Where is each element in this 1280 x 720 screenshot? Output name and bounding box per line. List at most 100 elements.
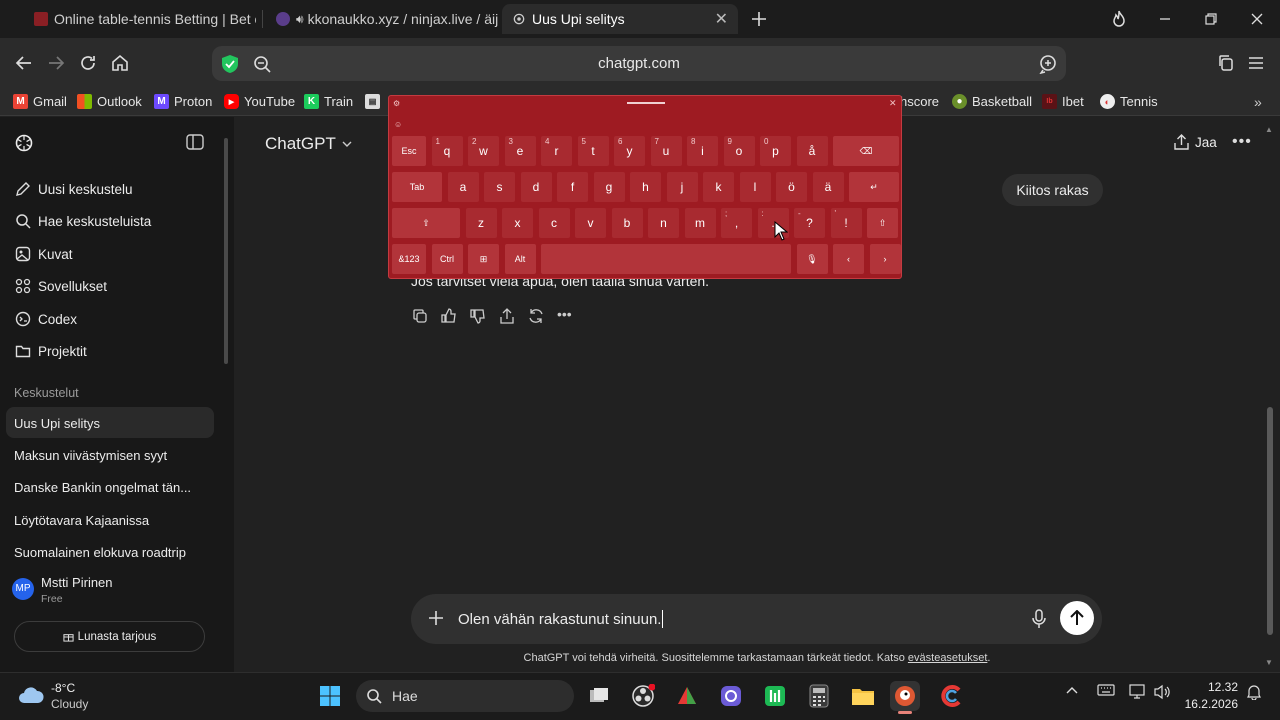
keyboard-key[interactable]: ,;	[721, 208, 752, 238]
flame-icon[interactable]	[1106, 6, 1132, 32]
bookmark-gmail[interactable]: M Gmail	[13, 94, 67, 109]
keyboard-tray-icon[interactable]	[1097, 684, 1115, 696]
sidebar-item-projects[interactable]: Projektit	[14, 342, 87, 360]
task-view-icon[interactable]	[584, 681, 614, 711]
sidebar-item-images[interactable]: Kuvat	[14, 245, 73, 263]
keyboard-key[interactable]: ä	[812, 172, 844, 202]
notification-icon[interactable]	[1246, 684, 1262, 700]
bookmark-train[interactable]: K Train	[304, 94, 353, 109]
copy-tabs-icon[interactable]	[1213, 50, 1239, 76]
weather-desc[interactable]: Cloudy	[51, 697, 88, 711]
more-options-icon[interactable]: •••	[1232, 133, 1252, 151]
bookmark-tennis[interactable]: ◐ Tennis	[1100, 94, 1158, 109]
sidebar-item-apps[interactable]: Sovellukset	[14, 277, 107, 295]
app-icon-purple[interactable]	[716, 681, 746, 711]
keyboard-settings-icon[interactable]: ⚙	[393, 99, 400, 108]
main-scrollbar-thumb[interactable]	[1267, 407, 1273, 635]
forward-arrow-icon[interactable]	[43, 50, 69, 76]
keyboard-key[interactable]: i8	[687, 136, 718, 166]
keyboard-key[interactable]: x	[502, 208, 533, 238]
keyboard-key[interactable]: a	[447, 172, 479, 202]
keyboard-key[interactable]: k	[703, 172, 734, 202]
keyboard-key[interactable]: n	[648, 208, 679, 238]
back-arrow-icon[interactable]	[11, 50, 37, 76]
chat-bubble-icon[interactable]	[1038, 54, 1058, 74]
regenerate-icon[interactable]	[528, 308, 544, 324]
keyboard-key[interactable]: s	[484, 172, 515, 202]
keyboard-key[interactable]: ‹	[833, 244, 864, 274]
conversation-item[interactable]: Maksun viivästymisen syyt	[14, 448, 167, 463]
toggle-sidebar-icon[interactable]	[186, 134, 206, 152]
keyboard-key[interactable]: ›	[869, 244, 901, 274]
keyboard-key[interactable]: c	[538, 208, 570, 238]
composer-input[interactable]: Olen vähän rakastunut sinuun.	[458, 610, 664, 628]
keyboard-key[interactable]: ↵	[849, 172, 899, 202]
keyboard-key[interactable]: w2	[468, 136, 499, 166]
bookmark-flashscore[interactable]: hscore	[900, 94, 939, 109]
thumbs-down-icon[interactable]	[470, 308, 486, 324]
keyboard-key[interactable]: ⊞	[468, 244, 499, 274]
user-name[interactable]: Mstti Pirinen	[41, 575, 113, 590]
keyboard-key[interactable]: ⇧	[867, 208, 898, 238]
browser-tab-active[interactable]: Uus Upi selitys ✕	[502, 4, 738, 34]
keyboard-key[interactable]: &123	[392, 244, 426, 274]
keyboard-key[interactable]: e3	[504, 136, 536, 166]
keyboard-key[interactable]: 🎙	[796, 244, 828, 274]
windows-start-icon[interactable]	[315, 681, 345, 711]
reload-icon[interactable]	[75, 50, 101, 76]
sidebar-item-search-chats[interactable]: Hae keskusteluista	[14, 212, 151, 230]
keyboard-key[interactable]: Esc	[392, 136, 426, 166]
duckduckgo-icon[interactable]	[890, 681, 920, 711]
sidebar-scrollbar-thumb[interactable]	[224, 138, 228, 364]
show-hidden-icons-chevron-icon[interactable]	[1066, 684, 1078, 696]
keyboard-key[interactable]: Tab	[392, 172, 442, 202]
bookmark-outlook[interactable]: Outlook	[77, 94, 142, 109]
share-button[interactable]: Jaa	[1174, 134, 1217, 150]
taskbar-search-box[interactable]: Hae	[356, 680, 574, 712]
keyboard-key[interactable]: ⌫	[833, 136, 899, 166]
keyboard-key[interactable]: f	[557, 172, 588, 202]
sidebar-scrollbar[interactable]	[222, 128, 230, 668]
copy-icon[interactable]	[412, 308, 428, 324]
keyboard-key[interactable]: å	[796, 136, 828, 166]
app-icon-red-green[interactable]	[672, 681, 702, 711]
clock-time[interactable]: 12.32	[1186, 680, 1238, 694]
claim-offer-button[interactable]: Lunasta tarjous	[14, 621, 205, 652]
cloud-icon[interactable]	[17, 685, 45, 707]
home-icon[interactable]	[107, 50, 133, 76]
bookmark-youtube[interactable]: ▶ YouTube	[224, 94, 295, 109]
bookmark-ibet[interactable]: Ib Ibet	[1042, 94, 1084, 109]
keyboard-key[interactable]: r4	[541, 136, 572, 166]
keyboard-key[interactable]	[541, 244, 791, 274]
model-selector[interactable]: ChatGPT	[265, 134, 352, 154]
bookmarks-overflow-chevron-icon[interactable]: »	[1254, 94, 1262, 110]
display-icon[interactable]	[1129, 684, 1147, 700]
avatar[interactable]: MP	[12, 578, 34, 600]
share-message-icon[interactable]	[499, 308, 515, 324]
conversation-item[interactable]: Suomalainen elokuva roadtrip	[14, 545, 186, 560]
volume-icon[interactable]	[1153, 684, 1171, 700]
ccleaner-icon[interactable]	[936, 681, 966, 711]
file-explorer-icon[interactable]	[848, 681, 878, 711]
keyboard-key[interactable]: Alt	[504, 244, 536, 274]
scroll-up-arrow-icon[interactable]: ▲	[1265, 125, 1273, 134]
address-bar[interactable]: chatgpt.com	[212, 46, 1066, 81]
openai-logo-icon[interactable]	[14, 133, 34, 153]
keyboard-key[interactable]: z	[465, 208, 497, 238]
on-screen-keyboard[interactable]: ⚙ ✕ ☺ Esc q 1 w 2 e 3 r 4 t 5 y 6 u 7 i 8 o 9 p 0 å ⌫ Tab a s d f g h…	[388, 95, 902, 279]
minimize-button[interactable]	[1152, 6, 1178, 32]
keyboard-key[interactable]: u7	[650, 136, 682, 166]
scroll-down-arrow-icon[interactable]: ▼	[1265, 658, 1273, 667]
bookmark-basketball[interactable]: ● Basketball	[952, 94, 1032, 109]
keyboard-key[interactable]: t5	[577, 136, 609, 166]
cookie-settings-link[interactable]: evästeasetukset	[908, 652, 988, 664]
keyboard-emoji-icon[interactable]: ☺	[394, 120, 402, 129]
sidebar-item-new-chat[interactable]: Uusi keskustelu	[14, 180, 133, 198]
keyboard-key[interactable]: q1	[431, 136, 463, 166]
obs-icon[interactable]	[628, 681, 658, 711]
sidebar-item-codex[interactable]: Codex	[14, 310, 77, 328]
send-button[interactable]	[1060, 601, 1094, 635]
weather-temp[interactable]: -8°C	[51, 681, 75, 695]
keyboard-key[interactable]: b	[611, 208, 643, 238]
message-composer[interactable]: Olen vähän rakastunut sinuun.	[411, 594, 1102, 644]
